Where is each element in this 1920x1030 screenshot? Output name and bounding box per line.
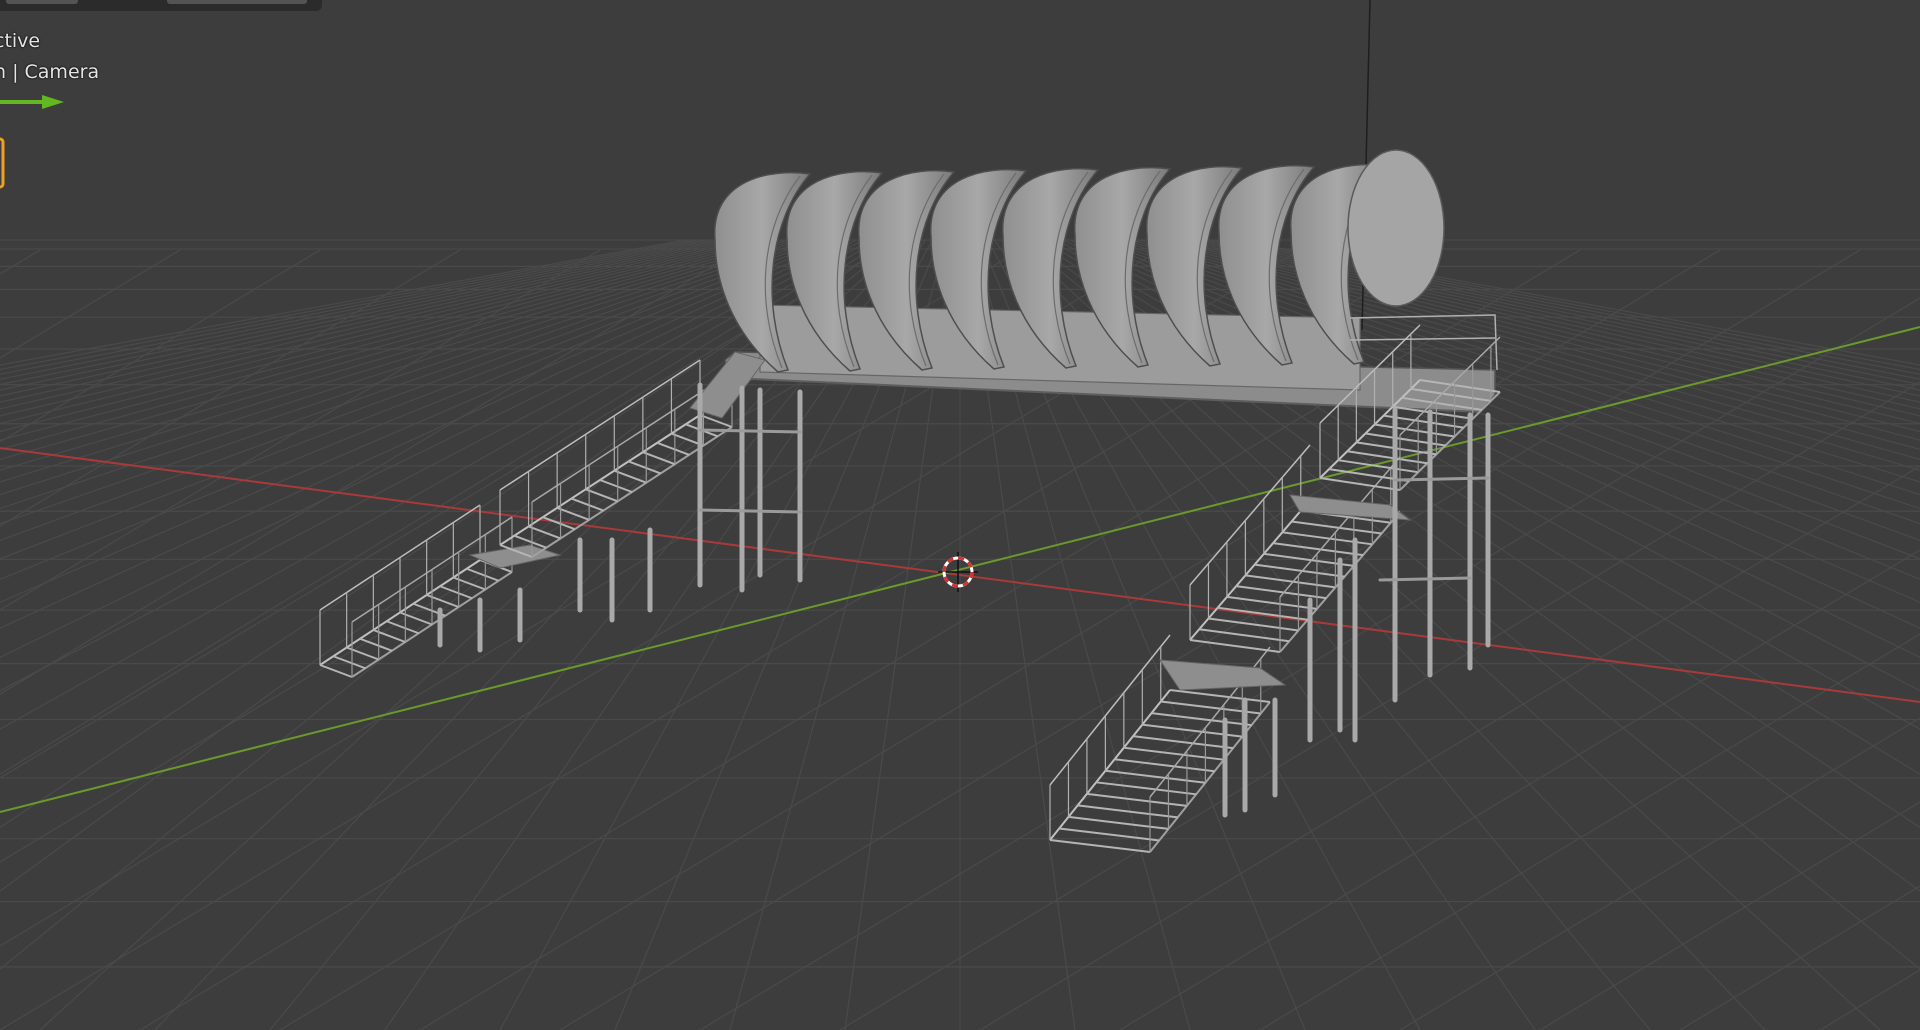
stair-step (1319, 477, 1401, 491)
canopy-end-arch (1347, 149, 1445, 307)
stair-step (1077, 804, 1178, 819)
stair-step (1096, 781, 1197, 796)
viewport-header-strip (0, 0, 322, 11)
camera-object-icon (0, 137, 5, 189)
stair-step (1086, 792, 1188, 807)
header-button[interactable] (167, 0, 307, 4)
stair-step (332, 655, 366, 670)
view-name-label: n | Camera (0, 61, 100, 83)
stair-step (1049, 839, 1151, 853)
stair-step (585, 488, 619, 503)
stair-step (1068, 815, 1169, 830)
stair-step (1199, 628, 1290, 643)
stair-step (359, 637, 393, 652)
stair-step (319, 664, 353, 678)
stair-step (1189, 639, 1281, 653)
3d-cursor-icon[interactable] (938, 552, 978, 592)
stair-step (1114, 758, 1215, 773)
stair-step (1169, 689, 1271, 703)
stair-step (1217, 606, 1308, 621)
support-columns (437, 382, 1491, 818)
stair-step (699, 414, 733, 428)
stair-step (571, 497, 604, 512)
stair-step (1208, 617, 1299, 632)
stair-step (1226, 595, 1318, 610)
stair-step (1123, 746, 1224, 761)
green-arrow-icon (0, 95, 64, 109)
header-button[interactable] (6, 0, 78, 4)
stair-step (656, 441, 690, 456)
3d-viewport[interactable]: ctive n | Camera (0, 0, 1920, 1030)
view-mode-label: ctive (0, 30, 41, 52)
stair-step (1132, 735, 1234, 750)
footbridge-model[interactable] (319, 149, 1501, 853)
scene-canvas[interactable] (0, 0, 1920, 1030)
